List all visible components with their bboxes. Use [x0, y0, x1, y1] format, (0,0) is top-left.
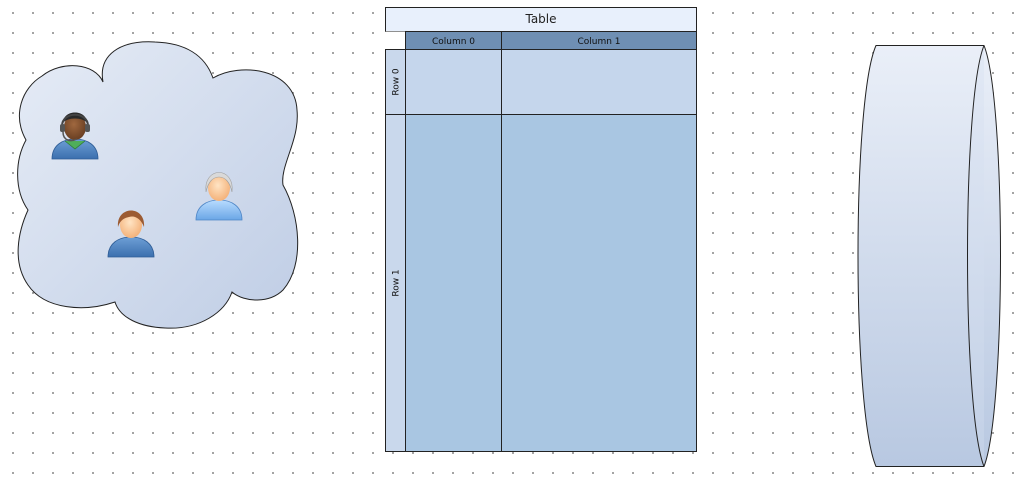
row-header-1-label: Row 1	[392, 269, 402, 296]
table-cell-r0-c1[interactable]	[501, 49, 697, 115]
table-shape[interactable]: Table Column 0 Column 1 Row 0 Row 1	[385, 7, 697, 452]
table-corner	[385, 31, 406, 50]
table-cell-r1-c1[interactable]	[501, 114, 697, 452]
cylinder-shape[interactable]	[857, 45, 1001, 467]
column-header-0-label: Column 0	[432, 37, 475, 47]
table-cell-r0-c0[interactable]	[405, 49, 502, 115]
table-cell-r1-c0[interactable]	[405, 114, 502, 452]
cloud-outline	[17, 41, 299, 329]
cloud-shape[interactable]	[17, 41, 299, 329]
column-header-1-label: Column 1	[577, 37, 620, 47]
table-title: Table	[524, 12, 556, 26]
diagram-canvas: Table Column 0 Column 1 Row 0 Row 1	[17, 7, 1001, 467]
row-header-0-label: Row 0	[392, 68, 402, 96]
